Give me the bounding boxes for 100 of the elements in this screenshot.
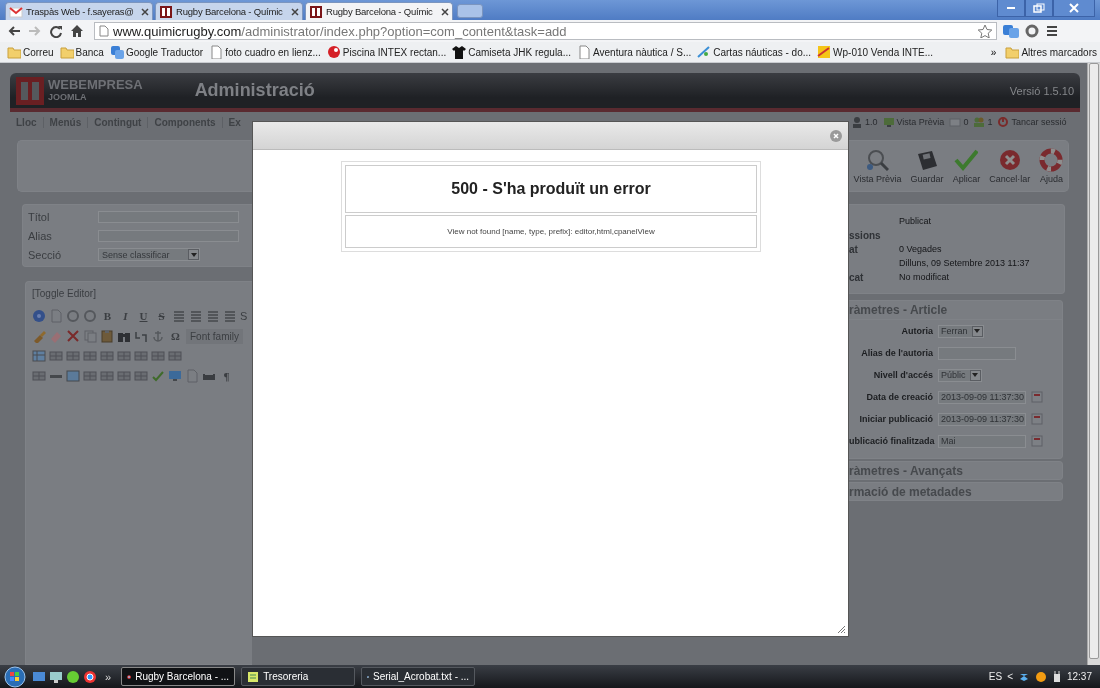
close-icon[interactable]	[291, 7, 299, 16]
monitor-icon[interactable]	[49, 669, 63, 684]
bookmark[interactable]: Google Traductor	[106, 45, 207, 59]
power-plug-icon[interactable]	[1051, 670, 1062, 683]
translate-icon[interactable]	[1003, 24, 1019, 38]
browser-tab[interactable]: Rugby Barcelona - Químic	[305, 2, 453, 20]
clock[interactable]: 12:37	[1066, 671, 1092, 682]
italic-button[interactable]: I	[118, 308, 133, 324]
table-icon[interactable]	[134, 369, 148, 383]
select-field[interactable]: Públic	[938, 368, 982, 382]
bookmark[interactable]: Aventura nàutica / S...	[574, 45, 695, 59]
menu-icon[interactable]	[1045, 24, 1059, 38]
table-icon[interactable]	[151, 349, 165, 363]
status-item[interactable]: Tancar sessió	[997, 116, 1067, 128]
select-field[interactable]: Ferran	[938, 324, 984, 338]
star-icon[interactable]	[978, 24, 992, 38]
calendar-icon[interactable]	[1031, 391, 1043, 403]
circle-icon[interactable]	[1034, 670, 1047, 683]
scrollbar[interactable]	[1087, 63, 1100, 665]
toolbar-button[interactable]: Cancel·lar	[988, 148, 1032, 184]
close-button[interactable]	[1053, 0, 1095, 17]
status-item[interactable]: 1	[973, 116, 993, 128]
browser-tab[interactable]: Traspàs Web - f.sayeras@	[5, 2, 153, 20]
eraser-icon[interactable]	[49, 329, 63, 343]
select-field[interactable]: Sense classificar	[98, 248, 200, 261]
calendar-icon[interactable]	[1031, 413, 1043, 425]
taskbar-overflow-button[interactable]: »	[105, 670, 112, 683]
help-icon[interactable]	[32, 309, 46, 323]
bookmark[interactable]: Wp-010 Venda INTE...	[814, 45, 937, 59]
circle-icon[interactable]	[1025, 24, 1039, 38]
page-icon[interactable]	[185, 369, 199, 383]
bookmark[interactable]: foto cuadro en lienz...	[206, 45, 324, 59]
undo-icon[interactable]	[66, 309, 80, 323]
anchor-icon[interactable]	[151, 329, 165, 343]
align-icon[interactable]	[206, 309, 220, 323]
table-icon[interactable]	[100, 369, 114, 383]
status-item[interactable]: 1.0	[851, 116, 878, 128]
more-bookmarks-button[interactable]: »	[984, 46, 1003, 58]
table-icon[interactable]	[66, 349, 80, 363]
image-icon[interactable]	[66, 369, 80, 383]
new-tab-button[interactable]	[457, 4, 483, 18]
chat-icon[interactable]	[66, 669, 80, 684]
back-arrow-icon[interactable]	[6, 24, 21, 38]
bookmark[interactable]: Camiseta JHK regula...	[449, 45, 575, 59]
page-icon[interactable]	[49, 309, 63, 323]
align-icon[interactable]	[172, 309, 186, 323]
resize-grip-icon[interactable]	[836, 624, 846, 634]
browser-tab[interactable]: Rugby Barcelona - Químic	[155, 2, 303, 20]
table-icon[interactable]	[83, 349, 97, 363]
table-icon[interactable]	[32, 349, 46, 363]
start-orb-icon[interactable]	[4, 665, 26, 688]
toggle-editor-link[interactable]: [Toggle Editor]	[32, 288, 252, 306]
align-icon[interactable]	[189, 309, 203, 323]
taskbar-button[interactable]: Rugby Barcelona - ...	[121, 667, 236, 686]
language-indicator[interactable]: ES	[988, 671, 1003, 682]
reload-icon[interactable]	[48, 24, 63, 38]
restore-button[interactable]	[1025, 0, 1053, 17]
browser-icon[interactable]	[83, 669, 97, 684]
toolbar-button[interactable]: Ajuda	[1038, 148, 1065, 184]
special-character-button[interactable]: Ω	[168, 328, 183, 344]
status-item[interactable]: Vista Prèvia	[882, 116, 945, 128]
bookmark[interactable]: Correu	[4, 45, 57, 59]
clipboard-icon[interactable]	[100, 329, 114, 343]
date-field[interactable]: 2013-09-09 11:37:30	[938, 412, 1026, 426]
address-bar[interactable]: www.quimicrugby.com/administrator/index.php?option=com_content&task=add	[94, 22, 997, 40]
scrollbar-thumb[interactable]	[1089, 63, 1099, 659]
taskbar-button[interactable]: Tresoreria	[241, 667, 356, 686]
table-icon[interactable]	[83, 369, 97, 383]
spellcheck-icon[interactable]	[151, 369, 165, 383]
table-icon[interactable]	[32, 369, 46, 383]
table-icon[interactable]	[117, 369, 131, 383]
home-icon[interactable]	[69, 24, 84, 38]
font-family-select[interactable]: Font family	[186, 328, 243, 344]
table-icon[interactable]	[117, 349, 131, 363]
date-field[interactable]: 2013-09-09 11:37:30	[938, 390, 1026, 404]
date-field[interactable]: Mai	[938, 434, 1026, 448]
toolbar-button[interactable]: Vista Prèvia	[852, 148, 903, 184]
minimize-button[interactable]	[997, 0, 1025, 17]
align-icon[interactable]	[223, 309, 237, 323]
bold-button[interactable]: B	[100, 308, 115, 324]
close-icon[interactable]	[141, 7, 149, 16]
toolbar-button[interactable]: Guardar	[909, 148, 945, 184]
bookmark[interactable]: Altres marcadors	[1002, 45, 1100, 59]
bookmark[interactable]: Piscina INTEX rectan...	[323, 45, 450, 59]
scissors-icon[interactable]	[66, 329, 80, 343]
underline-button[interactable]: U	[136, 308, 151, 324]
table-icon[interactable]	[168, 349, 182, 363]
close-icon[interactable]	[441, 7, 449, 16]
redo-icon[interactable]	[83, 309, 97, 323]
bookmark[interactable]: Cartas náuticas - do...	[694, 45, 815, 59]
table-icon[interactable]	[134, 349, 148, 363]
table-icon[interactable]	[100, 349, 114, 363]
brush-icon[interactable]	[32, 329, 46, 343]
special-character-button[interactable]: ¶	[219, 368, 234, 384]
strikethrough-button[interactable]: S	[154, 308, 169, 324]
bookmark[interactable]: Banca	[56, 45, 107, 59]
desktop-icon[interactable]	[32, 669, 46, 684]
show-hidden-icons-button[interactable]: <	[1007, 671, 1013, 682]
table-icon[interactable]	[49, 349, 63, 363]
calendar-icon[interactable]	[1031, 435, 1043, 447]
